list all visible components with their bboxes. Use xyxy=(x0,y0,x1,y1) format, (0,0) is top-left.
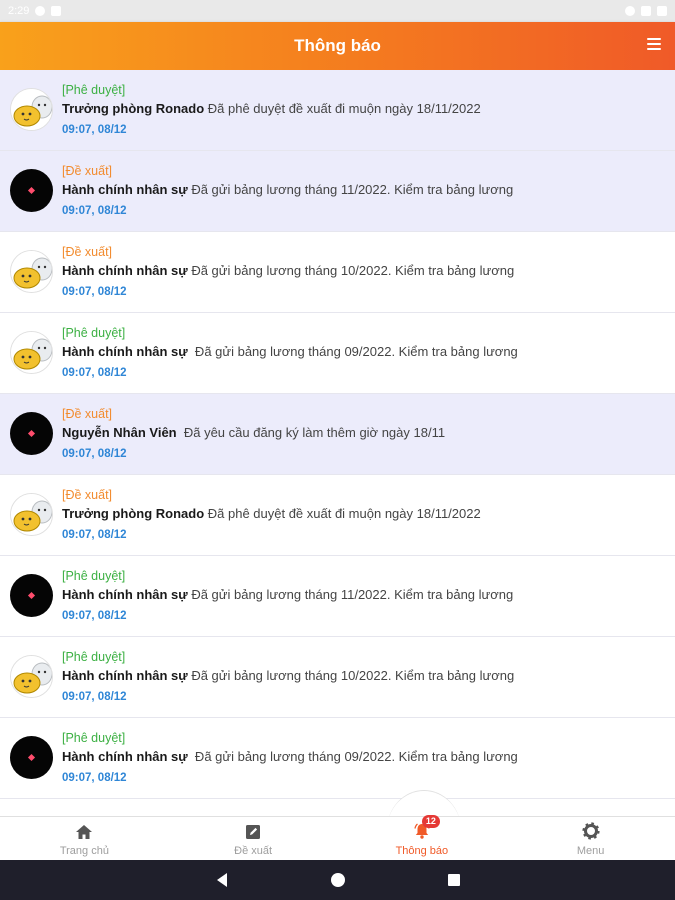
app-header: Thông báo xyxy=(0,22,675,70)
notification-text: Đã gửi bảng lương tháng 09/2022. Kiểm tr… xyxy=(187,344,518,359)
notification-time: 09:07, 08/12 xyxy=(62,772,127,784)
notification-tag: [Phê duyệt] xyxy=(62,731,126,745)
system-nav-bar xyxy=(0,860,675,900)
notification-text: Đã gửi bảng lương tháng 11/2022. Kiểm tr… xyxy=(187,182,514,197)
notification-count-badge: 12 xyxy=(421,815,440,828)
notification-sender: Hành chính nhân sự xyxy=(62,668,188,683)
notification-sender: Trưởng phòng Ronado xyxy=(62,101,205,116)
notification-text: Đã gửi bảng lương tháng 10/2022. Kiểm tr… xyxy=(187,668,515,683)
notification-item[interactable]: [Phê duyệt] Trưởng phòng Ronado Đã phê du… xyxy=(0,70,675,151)
notification-list[interactable]: [Phê duyệt] Trưởng phòng Ronado Đã phê du… xyxy=(0,70,675,816)
back-icon[interactable] xyxy=(212,870,232,890)
notification-tag: [Đề xuất] xyxy=(62,245,113,259)
notification-message: Hành chính nhân sự Đã gửi bảng lương thá… xyxy=(62,747,665,767)
notification-icon xyxy=(35,6,46,16)
edit-icon xyxy=(245,824,261,843)
notification-sender: Hành chính nhân sự xyxy=(62,344,188,359)
notification-text: Đã phê duyệt đề xuất đi muộn ngày 18/11/… xyxy=(204,101,481,116)
notification-tag: [Đề xuất] xyxy=(62,164,113,178)
hamburger-icon[interactable] xyxy=(647,38,661,50)
bottom-navigation: Trang chủ Đề xuất 12 Thông báo Menu xyxy=(0,815,675,860)
notification-message: Hành chính nhân sự Đã gửi bảng lương thá… xyxy=(62,261,665,281)
notification-text: Đã gửi bảng lương tháng 09/2022. Kiểm tr… xyxy=(187,749,518,764)
bell-icon: 12 xyxy=(413,815,440,843)
notification-text: Đã yêu cầu đăng ký làm thêm giờ ngày 18/… xyxy=(176,425,446,440)
tab-label: Đề xuất xyxy=(234,845,273,857)
notification-message: Nguyễn Nhân Viên Đã yêu cầu đăng ký làm … xyxy=(62,423,665,443)
signal-icon xyxy=(641,6,651,16)
home-circle-icon[interactable] xyxy=(328,870,348,890)
notification-sender: Nguyễn Nhân Viên xyxy=(62,425,177,440)
home-icon xyxy=(75,824,93,843)
notification-time: 09:07, 08/12 xyxy=(62,529,127,541)
status-time: 2:29 xyxy=(8,5,30,17)
wifi-icon xyxy=(625,6,635,16)
tab-gear[interactable]: Menu xyxy=(506,817,675,860)
notification-sender: Hành chính nhân sự xyxy=(62,263,188,278)
notification-message: Hành chính nhân sự Đã gửi bảng lương thá… xyxy=(62,180,665,200)
avatar xyxy=(10,574,53,617)
notification-message: Hành chính nhân sự Đã gửi bảng lương thá… xyxy=(62,666,665,686)
notification-text: Đã gửi bảng lương tháng 11/2022. Kiểm tr… xyxy=(187,587,514,602)
notification-time: 09:07, 08/12 xyxy=(62,691,127,703)
notification-time: 09:07, 08/12 xyxy=(62,367,127,379)
tab-label: Trang chủ xyxy=(59,845,109,857)
notification-time: 09:07, 08/12 xyxy=(62,286,127,298)
avatar xyxy=(10,655,53,698)
notification-item[interactable]: [Đề xuất] Trưởng phòng Ronado Đã phê duyệ… xyxy=(0,475,675,556)
notification-item[interactable]: [Đề xuất] Hành chính nhân sự Đã gửi bảng … xyxy=(0,232,675,313)
avatar xyxy=(10,736,53,779)
avatar xyxy=(10,250,53,293)
recents-icon[interactable] xyxy=(444,870,464,890)
notification-item[interactable]: [Phê duyệt] Hành chính nhân sự Đã gửi bản… xyxy=(0,313,675,394)
avatar xyxy=(10,169,53,212)
notification-message: Hành chính nhân sự Đã gửi bảng lương thá… xyxy=(62,585,665,605)
notification-item[interactable]: [Phê duyệt] Hành chính nhân sự Đã gửi bản… xyxy=(0,556,675,637)
notification-tag: [Phê duyệt] xyxy=(62,83,126,97)
notification-message: Hành chính nhân sự Đã gửi bảng lương thá… xyxy=(62,342,665,362)
status-bar: 2:29 xyxy=(0,0,675,22)
avatar xyxy=(10,331,53,374)
notification-item[interactable]: [Phê duyệt] Hành chính nhân sự Đã gửi bản… xyxy=(0,637,675,718)
notification-sender: Hành chính nhân sự xyxy=(62,182,188,197)
notification-item[interactable]: [Đề xuất] Nguyễn Nhân Viên Đã yêu cầu đăn… xyxy=(0,394,675,475)
notification-time: 09:07, 08/12 xyxy=(62,448,127,460)
notification-tag: [Đề xuất] xyxy=(62,488,113,502)
notification-tag: [Phê duyệt] xyxy=(62,650,126,664)
notification-tag: [Phê duyệt] xyxy=(62,569,126,583)
tab-home[interactable]: Trang chủ xyxy=(0,817,169,860)
notification-time: 09:07, 08/12 xyxy=(62,610,127,622)
notification-sender: Trưởng phòng Ronado xyxy=(62,506,205,521)
battery-icon xyxy=(657,6,667,16)
notification-item[interactable]: [Phê duyệt] Hành chính nhân sự Đã gửi bản… xyxy=(0,718,675,799)
tab-label: Menu xyxy=(576,845,605,857)
notification-message: Trưởng phòng Ronado Đã phê duyệt đề xuất… xyxy=(62,504,665,524)
avatar xyxy=(10,88,53,131)
notification-tag: [Đề xuất] xyxy=(62,407,113,421)
tab-label: Thông báo xyxy=(395,845,449,857)
notification-text: Đã phê duyệt đề xuất đi muộn ngày 18/11/… xyxy=(204,506,481,521)
avatar xyxy=(10,412,53,455)
notification-item[interactable]: [Đề xuất] Hành chính nhân sự Đã gửi bảng … xyxy=(0,151,675,232)
clipboard-icon xyxy=(51,6,62,16)
tab-edit[interactable]: Đề xuất xyxy=(169,817,338,860)
notification-sender: Hành chính nhân sự xyxy=(62,749,188,764)
notification-time: 09:07, 08/12 xyxy=(62,205,127,217)
notification-time: 09:07, 08/12 xyxy=(62,124,127,136)
notification-message: Trưởng phòng Ronado Đã phê duyệt đề xuất… xyxy=(62,99,665,119)
avatar xyxy=(10,493,53,536)
notification-sender: Hành chính nhân sự xyxy=(62,587,188,602)
tab-bell[interactable]: 12 Thông báo xyxy=(338,815,507,860)
notification-text: Đã gửi bảng lương tháng 10/2022. Kiểm tr… xyxy=(187,263,515,278)
page-title: Thông báo xyxy=(294,36,381,55)
notification-tag: [Phê duyệt] xyxy=(62,326,126,340)
gear-icon xyxy=(582,822,600,843)
